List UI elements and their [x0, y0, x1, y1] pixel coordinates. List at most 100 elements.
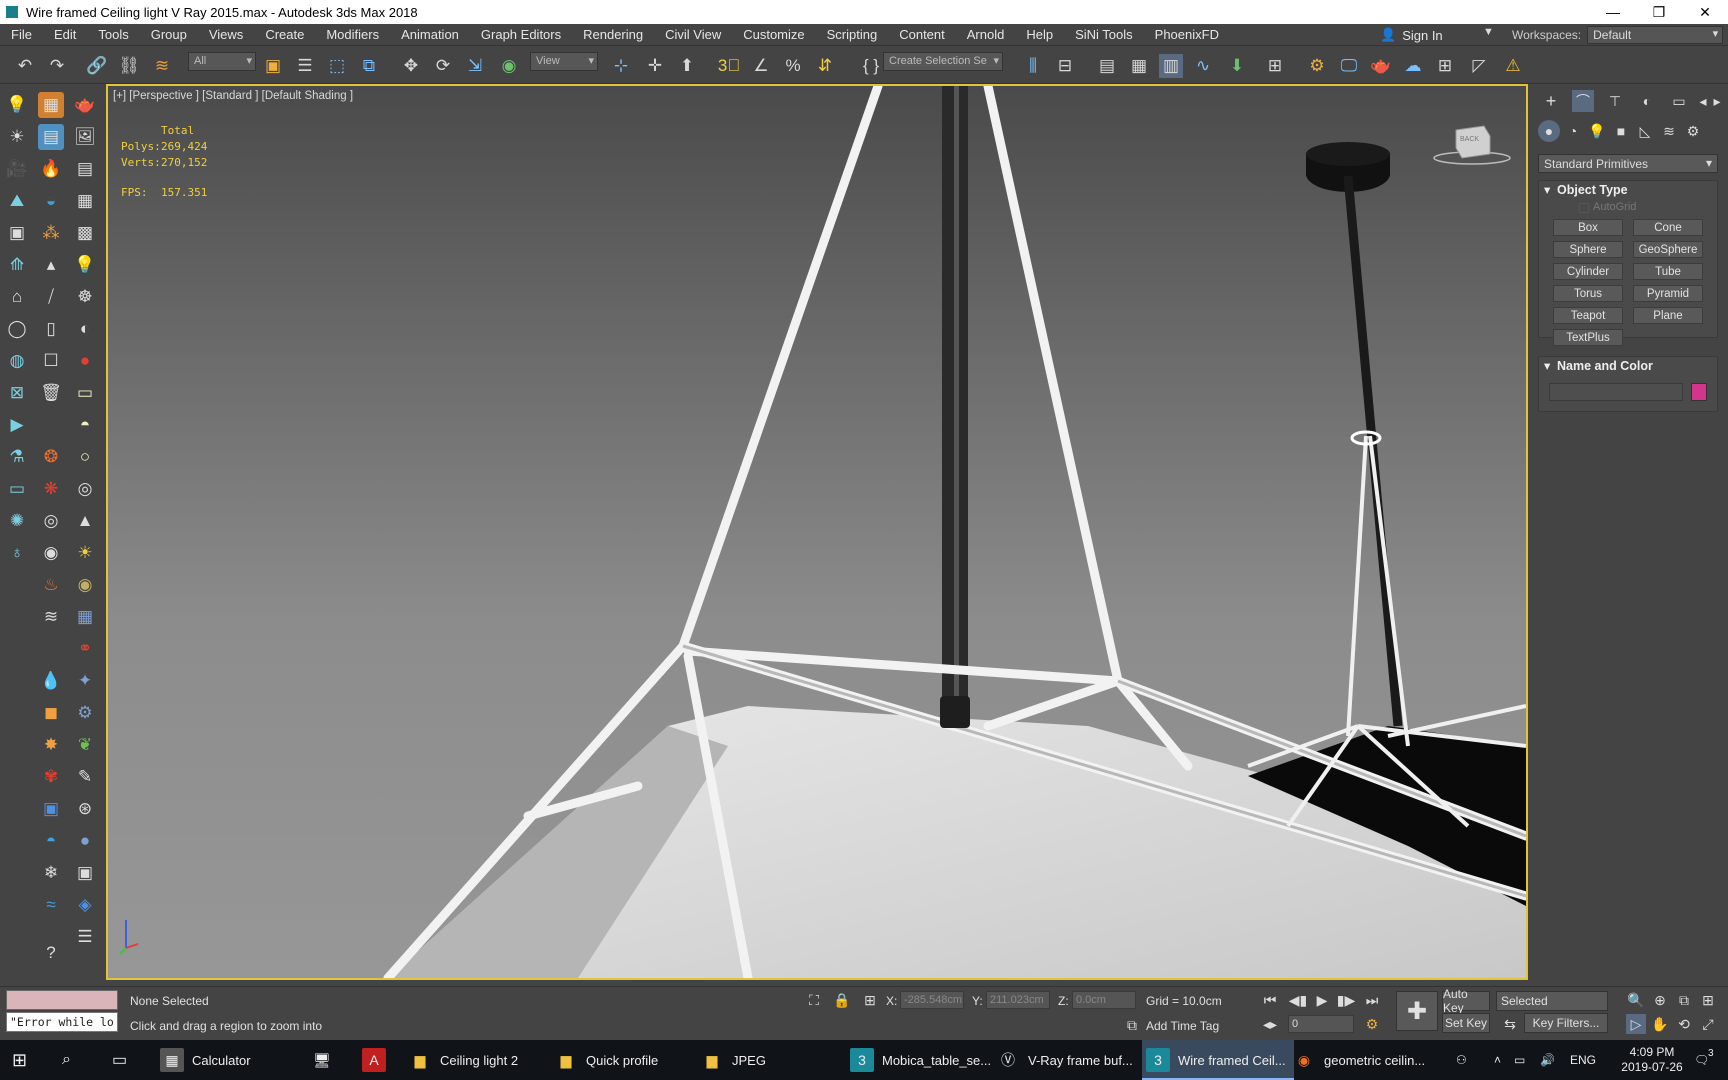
menu-content[interactable]: Content	[888, 27, 956, 42]
layer-explorer-icon[interactable]: ▦	[1127, 54, 1151, 78]
key-mode-toggle-icon[interactable]: ⇆	[1500, 1014, 1520, 1034]
render-in-cloud-icon[interactable]: ⊞	[1433, 54, 1457, 78]
window-crossing-icon[interactable]: ⧉	[357, 54, 381, 78]
menu-help[interactable]: Help	[1015, 27, 1064, 42]
flip-icon[interactable]: ⧸	[38, 284, 64, 310]
map-icon[interactable]: ▤	[38, 124, 64, 150]
list-icon[interactable]: ☰	[72, 924, 98, 950]
crystal-icon[interactable]: ✦	[72, 668, 98, 694]
named-selection-dropdown[interactable]: Create Selection Se	[883, 52, 1003, 71]
sun-light-icon[interactable]: ☀	[72, 540, 98, 566]
spinner-snap-icon[interactable]: ⇵	[813, 54, 837, 78]
menu-customize[interactable]: Customize	[732, 27, 815, 42]
sign-in-button[interactable]: 👤 Sign In	[1380, 24, 1490, 46]
percent-snap-icon[interactable]: %	[781, 54, 805, 78]
ball-icon[interactable]: ●	[72, 828, 98, 854]
viewcube[interactable]: BACK	[1432, 122, 1512, 169]
set-keys-big-button[interactable]: ✚	[1396, 991, 1438, 1031]
teapot-icon[interactable]: 🫖	[72, 92, 98, 118]
pan-icon[interactable]: ✋	[1650, 1014, 1670, 1034]
menu-modifiers[interactable]: Modifiers	[315, 27, 390, 42]
drop-icon[interactable]: 💧	[38, 668, 64, 694]
redo-icon[interactable]: ↷	[45, 54, 69, 78]
primitive-category-dropdown[interactable]: Standard Primitives	[1538, 154, 1718, 173]
plant-icon[interactable]: ❦	[72, 732, 98, 758]
render-setup-icon[interactable]: ⚙	[1305, 54, 1329, 78]
zoom-extents-all-icon[interactable]: ⊞	[1698, 990, 1718, 1010]
trash-icon[interactable]: 🗑	[38, 380, 64, 406]
proxy-icon[interactable]: ▣	[4, 220, 30, 246]
box-button[interactable]: Box	[1553, 219, 1623, 236]
vray-light-icon[interactable]: ♁	[4, 540, 30, 566]
menu-sini-tools[interactable]: SiNi Tools	[1064, 27, 1144, 42]
z-coordinate[interactable]: 0.0cm	[1072, 991, 1136, 1009]
snap-toggle-icon[interactable]: 3⃣	[717, 54, 741, 78]
fabric-icon[interactable]: ⊛	[72, 796, 98, 822]
lightmix-icon[interactable]: ✺	[4, 508, 30, 534]
reference-coordinate-dropdown[interactable]: View	[530, 52, 598, 71]
maxscript-listener-input[interactable]	[6, 990, 118, 1010]
vfb-icon[interactable]: ●	[72, 348, 98, 374]
scroll-right-icon[interactable]: ▸	[1706, 90, 1728, 112]
clock[interactable]: 4:09 PM 2019-07-26	[1612, 1040, 1692, 1080]
key-filters-button[interactable]: Key Filters...	[1524, 1013, 1608, 1033]
geometry-icon[interactable]: ●	[1538, 120, 1560, 142]
fur-icon[interactable]: ⟰	[4, 252, 30, 278]
align-icon[interactable]: ⊟	[1053, 54, 1077, 78]
perspective-viewport[interactable]: [+] [Perspective ] [Standard ] [Default …	[106, 84, 1528, 980]
render-production-icon[interactable]: 🫖	[1369, 54, 1393, 78]
taskbar-firefox[interactable]: ◉ geometric ceilin...	[1292, 1040, 1425, 1080]
name-and-color-header[interactable]: Name and Color	[1539, 357, 1717, 375]
zoom-icon[interactable]: 🔍	[1626, 990, 1646, 1010]
grid-icon[interactable]: ▦	[72, 188, 98, 214]
help-icon[interactable]: ?	[38, 940, 64, 966]
taskbar-mobica-table[interactable]: 3 Mobica_table_se...	[850, 1040, 991, 1080]
current-frame-field[interactable]: 0	[1288, 1015, 1354, 1033]
select-object-icon[interactable]: ▣	[261, 54, 285, 78]
image-icon[interactable]: 🖼	[72, 124, 98, 150]
autogrid-checkbox[interactable]	[1579, 203, 1589, 213]
foam-icon[interactable]: ❄	[38, 860, 64, 886]
mirror-icon[interactable]: ⫼	[1021, 54, 1045, 78]
menu-scripting[interactable]: Scripting	[816, 27, 889, 42]
keyboard-shortcut-icon[interactable]: ⬆	[675, 54, 699, 78]
start-button[interactable]: ⊞	[12, 1040, 36, 1080]
search-icon[interactable]: ⌕	[62, 1040, 86, 1080]
maxscript-listener-output[interactable]: "Error while lo	[6, 1012, 118, 1032]
mesh-icon[interactable]: ◎	[72, 476, 98, 502]
dome-icon[interactable]: ◐	[72, 316, 98, 342]
add-time-tag[interactable]: Add Time Tag	[1146, 1019, 1219, 1033]
render-elements-icon[interactable]: ◈	[72, 892, 98, 918]
x-coordinate[interactable]: -285.548cm	[900, 991, 964, 1009]
scale-icon[interactable]: ⇲	[463, 54, 487, 78]
set-key-button[interactable]: Set Key	[1442, 1013, 1490, 1033]
taskbar-wire-framed-ceiling[interactable]: 3 Wire framed Ceil...	[1142, 1040, 1294, 1080]
lights-icon[interactable]: 💡	[1586, 120, 1608, 142]
language-indicator[interactable]: ENG	[1570, 1040, 1596, 1080]
splash-icon[interactable]: ✸	[38, 732, 64, 758]
sphere-button[interactable]: Sphere	[1553, 241, 1623, 258]
time-tag-icon[interactable]: ⧉	[1122, 1015, 1142, 1035]
pivot-icon[interactable]: ⊹	[609, 54, 633, 78]
taskbar-app[interactable]: 🖥	[310, 1040, 342, 1080]
object-type-header[interactable]: Object Type	[1539, 181, 1717, 199]
taskbar-ceiling-light-2[interactable]: ▆ Ceiling light 2	[408, 1040, 518, 1080]
menu-phoenixfd[interactable]: PhoenixFD	[1144, 27, 1230, 42]
place-icon[interactable]: ◉	[497, 54, 521, 78]
undo-icon[interactable]: ↶	[13, 54, 37, 78]
auto-key-button[interactable]: Auto Key	[1442, 987, 1490, 1015]
schematic-view-icon[interactable]: ⊞	[1263, 54, 1287, 78]
torus-button[interactable]: Torus	[1553, 285, 1623, 302]
rendered-frame-window-icon[interactable]: 🖵	[1337, 54, 1361, 78]
display-tab-icon[interactable]: ▭	[1668, 90, 1690, 112]
scene-explorer-icon[interactable]: ▤	[1095, 54, 1119, 78]
waves-icon[interactable]: ≈	[38, 892, 64, 918]
selection-lock-icon[interactable]: 🔒	[832, 990, 852, 1010]
fire-icon[interactable]: 🔥	[38, 156, 64, 182]
cone-light-icon[interactable]: ▲	[72, 508, 98, 534]
notifications-icon[interactable]: 🗨	[1694, 1040, 1709, 1080]
select-by-name-icon[interactable]: ☰	[293, 54, 317, 78]
fire-source-icon[interactable]: ♨	[38, 572, 64, 598]
rotate-icon[interactable]: ⟳	[431, 54, 455, 78]
menu-create[interactable]: Create	[254, 27, 315, 42]
